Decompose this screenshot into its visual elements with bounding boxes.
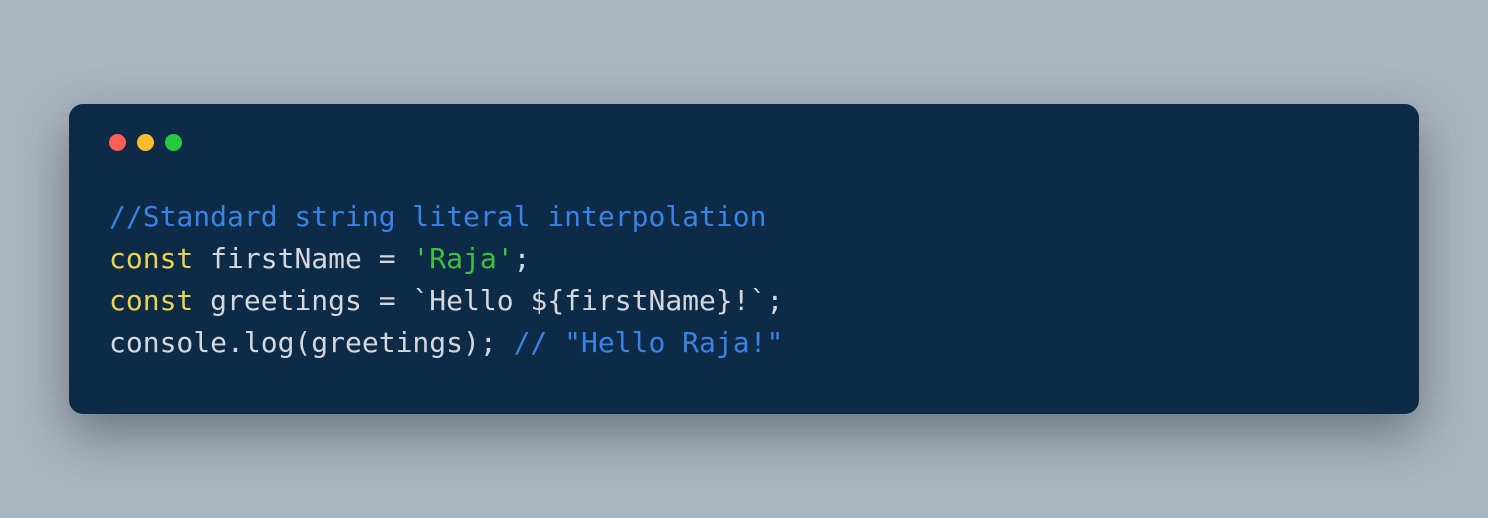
code-comment: //Standard string literal interpolation <box>109 200 766 233</box>
minimize-icon[interactable] <box>137 134 154 151</box>
code-text <box>396 284 413 317</box>
code-identifier: firstName <box>210 242 379 275</box>
close-icon[interactable] <box>109 134 126 151</box>
code-keyword: const <box>109 284 193 317</box>
code-identifier: greetings <box>210 284 379 317</box>
code-punct: ; <box>766 284 783 317</box>
code-template-literal: `Hello ${firstName}!` <box>412 284 766 317</box>
code-operator: = <box>379 242 396 275</box>
code-string: 'Raja' <box>412 242 513 275</box>
code-operator: = <box>379 284 396 317</box>
code-comment: // "Hello Raja!" <box>514 326 784 359</box>
code-content: //Standard string literal interpolation … <box>109 196 1379 364</box>
window-controls <box>109 134 1379 151</box>
maximize-icon[interactable] <box>165 134 182 151</box>
code-call: console.log(greetings); <box>109 326 514 359</box>
code-punct: ; <box>514 242 531 275</box>
code-text <box>193 284 210 317</box>
code-window: //Standard string literal interpolation … <box>69 104 1419 414</box>
code-keyword: const <box>109 242 193 275</box>
code-text <box>193 242 210 275</box>
code-text <box>396 242 413 275</box>
